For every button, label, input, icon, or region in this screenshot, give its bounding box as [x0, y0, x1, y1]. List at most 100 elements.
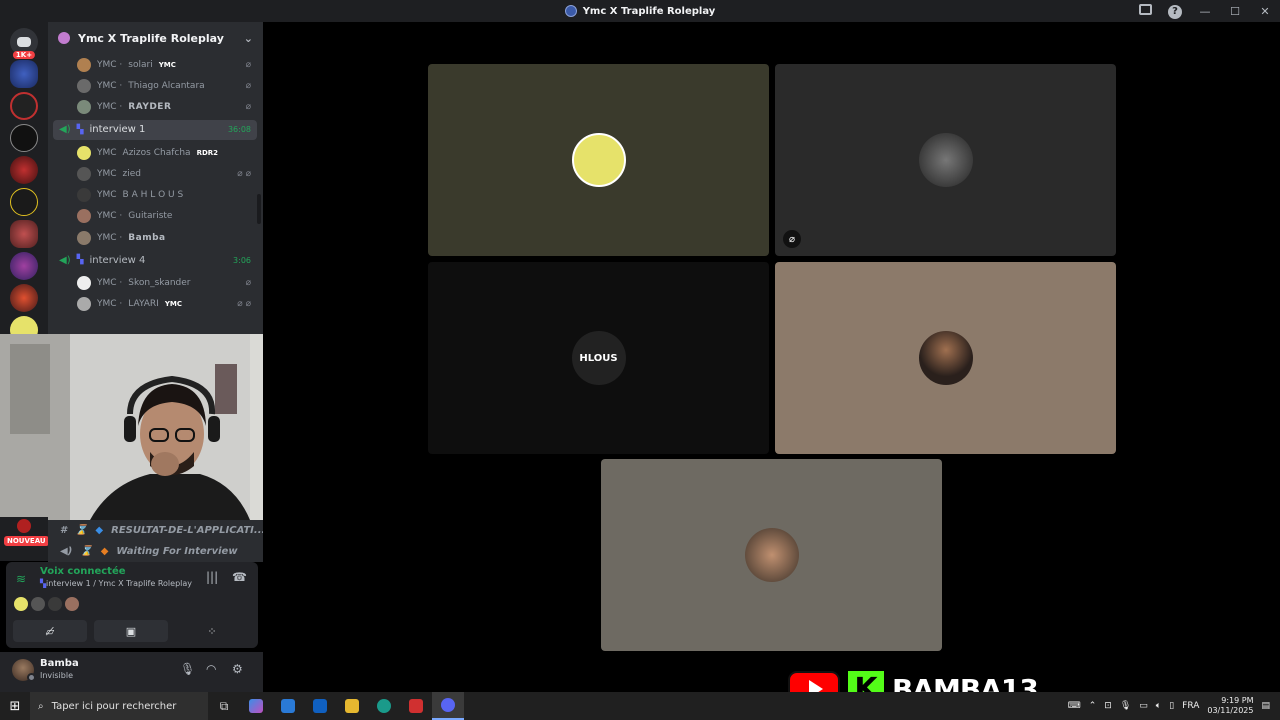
camera-button[interactable]: ▱̸	[13, 620, 87, 642]
volume-icon[interactable]: 🔈︎	[1156, 701, 1161, 711]
close-button[interactable]: ✕	[1250, 5, 1280, 18]
file-explorer-app[interactable]	[336, 692, 368, 720]
server-logo-icon	[564, 5, 577, 17]
participant-avatar	[744, 528, 799, 582]
speaker-icon: ◀)	[59, 254, 71, 266]
channel-name: interview 4	[89, 254, 146, 266]
search-placeholder: Taper ici pour rechercher	[51, 700, 177, 712]
muted-icon: ⌀ ⌀	[237, 299, 251, 310]
avatar	[77, 166, 91, 181]
server-icon[interactable]	[10, 188, 38, 216]
voice-channel[interactable]: ◀) ⌛ ◆ Waiting For Interview	[48, 541, 263, 562]
participant-tile[interactable]	[428, 64, 769, 256]
taskbar: ⊞ ⌕ Taper ici pour rechercher ⧉ ⌨ ⌃ ⊡ 🎙︎…	[0, 692, 1280, 720]
user-prefix: YMC ·	[97, 211, 123, 222]
voice-user[interactable]: YMC · Guitariste	[48, 206, 263, 227]
avatar	[48, 597, 62, 611]
voice-user[interactable]: YMC · solari YMC ⌀	[48, 54, 263, 75]
inbox-button[interactable]	[1130, 4, 1160, 18]
deafened-icon: ⌀	[783, 230, 801, 248]
participant-tile[interactable]: ⌀	[775, 64, 1116, 256]
voice-location[interactable]: interview 1 / Ymc X Traplife Roleplay	[46, 579, 192, 588]
task-view-button[interactable]: ⧉	[208, 692, 240, 720]
copilot-app[interactable]	[240, 692, 272, 720]
channel-emoji-icon: ▚	[76, 255, 84, 266]
folder-icon	[345, 699, 359, 713]
server-header[interactable]: Ymc X Traplife Roleplay ⌄	[48, 22, 263, 54]
microphone-icon[interactable]: 🎙︎	[1120, 701, 1131, 711]
server-icon[interactable]	[10, 284, 38, 312]
avatar	[65, 597, 79, 611]
display-icon[interactable]: ▭	[1139, 701, 1148, 711]
screen-share-icon: ▣	[125, 624, 137, 638]
chevron-up-icon[interactable]: ⌃	[1089, 701, 1097, 711]
server-icon[interactable]	[10, 60, 38, 88]
participant-tile[interactable]: HLOUS	[428, 262, 769, 454]
keyboard-icon[interactable]: ⌨	[1068, 701, 1081, 711]
server-icon[interactable]	[10, 92, 38, 120]
voice-user[interactable]: YMC · Bamba	[48, 227, 263, 248]
server-icon[interactable]	[10, 316, 38, 334]
voice-user[interactable]: YMC · RAYDER ⌀	[48, 97, 263, 118]
app-icon[interactable]	[400, 692, 432, 720]
system-clock[interactable]: 9:19 PM 03/11/2025	[1207, 696, 1253, 716]
store-app[interactable]	[272, 692, 304, 720]
voice-user[interactable]: YMC · LAYARI YMC ⌀ ⌀	[48, 294, 263, 315]
network-icon[interactable]: ⊡	[1104, 701, 1112, 711]
maximize-button[interactable]: ☐	[1220, 5, 1250, 18]
voice-user[interactable]: YMC · Thiago Alcantara ⌀	[48, 75, 263, 96]
voice-channel-interview-1[interactable]: ◀) ▚ interview 1 36:08	[53, 119, 257, 140]
voice-channel-interview-4[interactable]: ◀) ▚ interview 4 3:06	[53, 250, 257, 270]
user-name: Bamba	[128, 232, 166, 243]
microphone-button[interactable]: 🎙︎	[180, 662, 195, 676]
edge-icon	[377, 699, 391, 713]
noise-suppression-button[interactable]: |||	[206, 570, 218, 584]
server-icon[interactable]	[17, 519, 31, 533]
server-icon[interactable]	[10, 220, 38, 248]
participant-tile[interactable]	[601, 459, 942, 651]
user-prefix: YMC	[97, 168, 117, 179]
direct-messages-button[interactable]: 1K+	[10, 28, 38, 59]
screen-share-button[interactable]: ▣	[94, 620, 168, 642]
user-tag: RDR2	[196, 148, 219, 157]
activities-button[interactable]: ⁘	[175, 620, 249, 642]
store-icon	[281, 699, 295, 713]
input-language[interactable]: FRA	[1182, 701, 1199, 711]
minimize-button[interactable]: —	[1190, 5, 1220, 18]
server-icon[interactable]	[10, 156, 38, 184]
server-icon[interactable]	[10, 124, 38, 152]
user-name: Azizos Chafcha	[122, 147, 191, 158]
settings-button[interactable]: ⚙	[232, 662, 243, 676]
user-name: zied	[122, 168, 142, 179]
server-icon[interactable]	[10, 252, 38, 280]
voice-status[interactable]: Voix connectée	[40, 566, 126, 577]
activities-icon: ⁘	[207, 624, 217, 638]
voice-user[interactable]: YMC zied ⌀ ⌀	[48, 163, 263, 184]
outlook-app[interactable]	[304, 692, 336, 720]
status-indicator	[27, 673, 36, 682]
voice-user[interactable]: YMC Azizos Chafcha RDR2	[48, 142, 263, 163]
channel-scrollbar[interactable]	[257, 194, 261, 224]
taskbar-search[interactable]: ⌕ Taper ici pour rechercher	[30, 692, 208, 720]
participant-tile[interactable]	[775, 262, 1116, 454]
chevron-down-icon: ⌄	[243, 31, 253, 45]
discord-app[interactable]	[432, 692, 464, 720]
server-badge-icon	[58, 32, 70, 44]
edge-app[interactable]	[368, 692, 400, 720]
hash-icon: #	[60, 525, 67, 536]
title-bar: Ymc X Traplife Roleplay ? — ☐ ✕	[0, 0, 1280, 22]
windows-start-button[interactable]: ⊞	[0, 699, 30, 714]
voice-call-stage: ⌀ HLOUS	[263, 22, 1280, 692]
battery-icon[interactable]: ▯	[1169, 701, 1174, 711]
help-icon: ?	[1168, 4, 1182, 19]
disconnect-button[interactable]: ☎	[232, 570, 247, 584]
text-channel[interactable]: # ⌛ ◆ RESULTAT-DE-L'APPLICATI...	[48, 520, 263, 541]
headphones-button[interactable]: ◠	[206, 662, 216, 676]
help-button[interactable]: ?	[1160, 4, 1190, 19]
app-window-icon	[409, 699, 423, 713]
notifications-icon[interactable]: ▤	[1261, 701, 1270, 711]
voice-user[interactable]: YMC · Skon_skander ⌀	[48, 272, 263, 293]
channel-timer: 3:06	[233, 255, 251, 265]
voice-user[interactable]: YMC B A H L O U S	[48, 184, 263, 205]
username[interactable]: Bamba	[40, 658, 79, 669]
